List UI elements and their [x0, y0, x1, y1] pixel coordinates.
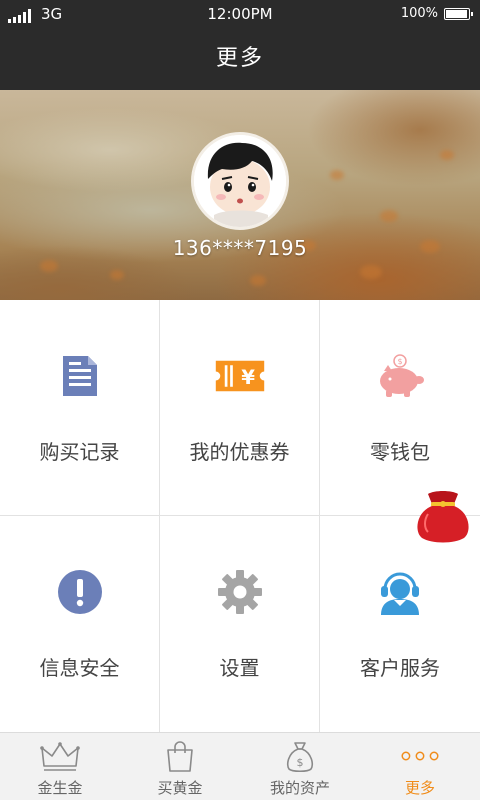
menu-label: 信息安全 — [39, 656, 120, 680]
tab-label: 金生金 — [37, 779, 83, 797]
customer-service-icon — [374, 566, 426, 618]
menu-label: 客户服务 — [360, 656, 440, 680]
battery-percent: 100% — [400, 6, 438, 21]
avatar[interactable] — [191, 132, 289, 230]
gear-icon — [214, 566, 266, 618]
more-dots-icon — [400, 739, 440, 773]
tab-label: 更多 — [404, 779, 435, 797]
shopping-bag-icon — [160, 739, 200, 773]
svg-text:$: $ — [297, 756, 304, 769]
svg-text:¥: ¥ — [241, 366, 255, 389]
page-title: 更多 — [0, 28, 480, 90]
menu-label: 购买记录 — [39, 440, 120, 464]
bottom-tab-bar: 金生金 买黄金 $ 我的资产 更多 — [0, 732, 480, 800]
coupon-icon: ¥ — [214, 350, 266, 402]
status-right: 100% — [400, 6, 473, 21]
tab-my-assets[interactable]: $ 我的资产 — [240, 733, 360, 800]
tab-gold-earn[interactable]: 金生金 — [0, 733, 120, 800]
menu-label: 设置 — [219, 656, 260, 680]
tab-more[interactable]: 更多 — [360, 733, 480, 800]
money-bag-icon: $ — [280, 739, 320, 773]
tab-label: 买黄金 — [157, 779, 203, 797]
menu-customer-service[interactable]: 客户服务 — [320, 516, 480, 732]
menu-settings[interactable]: 设置 — [160, 516, 320, 732]
profile-header: 136****7195 — [0, 90, 480, 300]
menu-label: 零钱包 — [370, 440, 430, 464]
tab-label: 我的资产 — [269, 779, 330, 797]
red-bag-icon[interactable] — [412, 488, 474, 544]
menu-wallet[interactable]: $ 零钱包 — [320, 300, 480, 516]
menu-purchase-records[interactable]: 购买记录 — [0, 300, 160, 516]
status-bar: 3G 12:00PM 100% — [0, 0, 480, 28]
battery-icon — [444, 7, 473, 20]
document-icon — [54, 350, 106, 402]
user-phone: 136****7195 — [172, 236, 308, 260]
menu-info-security[interactable]: 信息安全 — [0, 516, 160, 732]
menu-my-coupons[interactable]: ¥ 我的优惠券 — [160, 300, 320, 516]
svg-text:$: $ — [397, 357, 402, 366]
menu-label: 我的优惠券 — [189, 440, 290, 464]
piggy-bank-icon: $ — [374, 350, 426, 402]
menu-grid: 购买记录 ¥ 我的优惠券 $ 零钱包 信息安全 设置 客户服务 — [0, 300, 480, 732]
tab-buy-gold[interactable]: 买黄金 — [120, 733, 240, 800]
exclamation-icon — [54, 566, 106, 618]
crown-icon — [40, 739, 80, 773]
avatar-cartoon-icon — [194, 135, 286, 227]
